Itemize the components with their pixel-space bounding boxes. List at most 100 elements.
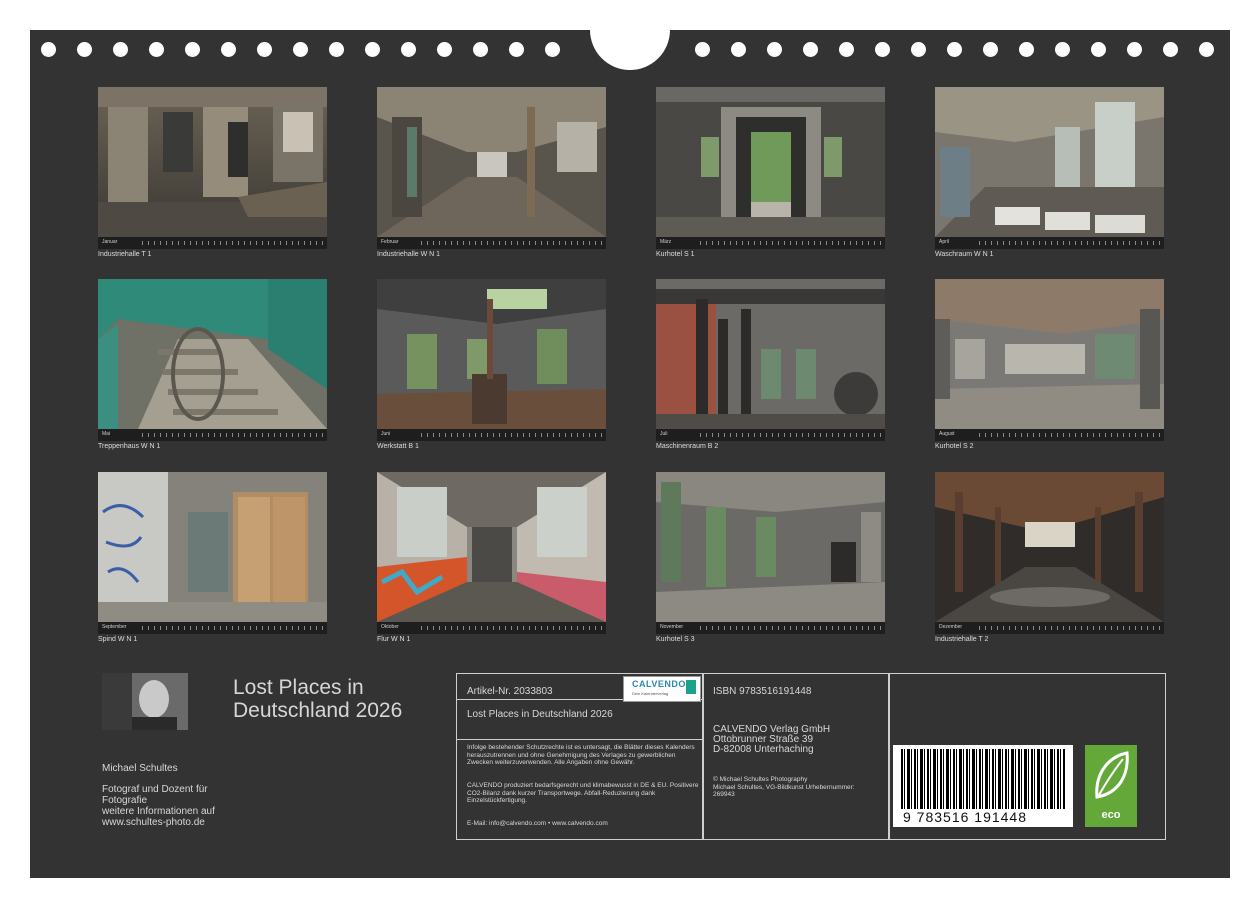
day-ticks — [142, 626, 323, 630]
copyright-line: © Michael Schultes Photography — [713, 776, 808, 783]
photo-caption: Treppenhaus W N 1 — [98, 443, 161, 450]
month-label: April — [939, 239, 950, 245]
month-strip: September — [98, 622, 327, 634]
binding-hole — [185, 42, 200, 57]
barcode-bars — [901, 749, 1065, 809]
photo-spa-hotel-room — [656, 472, 885, 622]
photo-caption: Maschinenraum B 2 — [656, 443, 719, 450]
binding-hole — [983, 42, 998, 57]
author-website: www.schultes-photo.de — [102, 817, 205, 828]
month-label: September — [102, 624, 127, 630]
photo-spa-hotel-doorway — [656, 87, 885, 237]
author-name: Michael Schultes — [102, 763, 178, 774]
binding-hole — [911, 42, 926, 57]
month-strip: Mai — [98, 429, 327, 441]
binding-hole — [1019, 42, 1034, 57]
article-number: Artikel-Nr. 2033803 — [467, 686, 553, 697]
month-label: Juni — [381, 431, 391, 437]
photo-caption: Kurhotel S 3 — [656, 636, 695, 643]
month-thumbnail: September Spind W N 1 — [98, 472, 327, 643]
binding-hole — [293, 42, 308, 57]
binding-hole — [1091, 42, 1106, 57]
binding-hole — [803, 42, 818, 57]
copyright-line: 269943 — [713, 791, 735, 798]
month-thumbnail: Juni Werkstatt B 1 — [377, 279, 606, 450]
author-info: Michael Schultes Fotograf und Dozent für… — [102, 763, 232, 828]
calendar-back-page: Januar Industriehalle T 1 Februar Indust… — [30, 0, 1230, 878]
month-label: Juli — [660, 431, 668, 437]
calendar-title: Lost Places in Deutschland 2026 — [233, 676, 453, 722]
month-label: Oktober — [381, 624, 399, 630]
binding-hole — [365, 42, 380, 57]
copyright-line: Michael Schultes, VG-Bildkunst Urhebernu… — [713, 783, 855, 791]
month-label: Januar — [102, 239, 118, 245]
day-ticks — [979, 241, 1160, 245]
month-strip: Januar — [98, 237, 327, 249]
binding-hole — [875, 42, 890, 57]
title-line: Deutschland 2026 — [233, 699, 403, 722]
binding-hole — [473, 42, 488, 57]
author-line: weitere Informationen auf — [102, 806, 215, 817]
photo-workshop — [377, 279, 606, 429]
calvendo-logo-sub: Dein Kalenderverlag — [632, 691, 669, 696]
author-line: Fotografie — [102, 795, 148, 806]
photo-caption: Industriehalle T 1 — [98, 251, 152, 258]
day-ticks — [421, 433, 602, 437]
leaf-icon — [1095, 751, 1129, 799]
day-ticks — [700, 626, 881, 630]
photo-industrial-hall — [98, 87, 327, 237]
binding-hole — [695, 42, 710, 57]
photo-caption: Kurhotel S 2 — [935, 443, 974, 450]
day-ticks — [421, 626, 602, 630]
binding-hole — [113, 42, 128, 57]
binding-hole — [839, 42, 854, 57]
binding-hole — [545, 42, 560, 57]
contact-info: E-Mail: info@calvendo.com • www.calvendo… — [467, 820, 608, 827]
month-strip: Juli — [656, 429, 885, 441]
publisher-address: CALVENDO Verlag GmbH Ottobrunner Straße … — [713, 725, 830, 755]
month-thumbnail: Januar Industriehalle T 1 — [98, 87, 327, 258]
month-strip: Juni — [377, 429, 606, 441]
month-thumbnail: Februar Industriehalle W N 1 — [377, 87, 606, 258]
author-line: Fotograf und Dozent für — [102, 784, 208, 795]
hanger-cutout — [590, 0, 670, 70]
binding-hole — [41, 42, 56, 57]
binding-hole — [767, 42, 782, 57]
barcode-number: 9 783516 191448 — [903, 809, 1027, 825]
binding-hole — [1163, 42, 1178, 57]
month-thumbnail: November Kurhotel S 3 — [656, 472, 885, 643]
binding-hole — [731, 42, 746, 57]
month-strip: August — [935, 429, 1164, 441]
isbn: ISBN 9783516191448 — [713, 686, 812, 697]
title-line: Lost Places in — [233, 676, 364, 699]
binding-hole — [437, 42, 452, 57]
day-ticks — [700, 433, 881, 437]
photo-industrial-hall-2 — [935, 472, 1164, 622]
binding-hole — [1199, 42, 1214, 57]
month-label: November — [660, 624, 684, 630]
calvendo-logo-text: CALVENDO — [632, 679, 686, 689]
month-thumbnail: Oktober Flur W N 1 — [377, 472, 606, 643]
month-strip: März — [656, 237, 885, 249]
day-ticks — [421, 241, 602, 245]
day-ticks — [979, 626, 1160, 630]
photo-spa-hotel-hall — [935, 279, 1164, 429]
binding-hole — [509, 42, 524, 57]
product-title: Lost Places in Deutschland 2026 — [467, 709, 613, 720]
binding-hole — [1127, 42, 1142, 57]
photo-machine-room — [656, 279, 885, 429]
photo-caption: Kurhotel S 1 — [656, 251, 695, 258]
publisher-box — [702, 673, 890, 840]
eco-label: eco — [1101, 809, 1121, 821]
photo-washroom — [935, 87, 1164, 237]
month-thumbnail: Dezember Industriehalle T 2 — [935, 472, 1164, 643]
photo-stairwell — [98, 279, 327, 429]
photo-graffiti-corridor — [377, 472, 606, 622]
month-label: Dezember — [939, 624, 963, 630]
copyright-info: © Michael Schultes Photography Michael S… — [713, 776, 855, 799]
photo-caption: Spind W N 1 — [98, 636, 138, 643]
binding-hole — [329, 42, 344, 57]
month-label: Februar — [381, 239, 399, 245]
binding-holes — [30, 0, 1230, 70]
month-thumbnail: April Waschraum W N 1 — [935, 87, 1164, 258]
